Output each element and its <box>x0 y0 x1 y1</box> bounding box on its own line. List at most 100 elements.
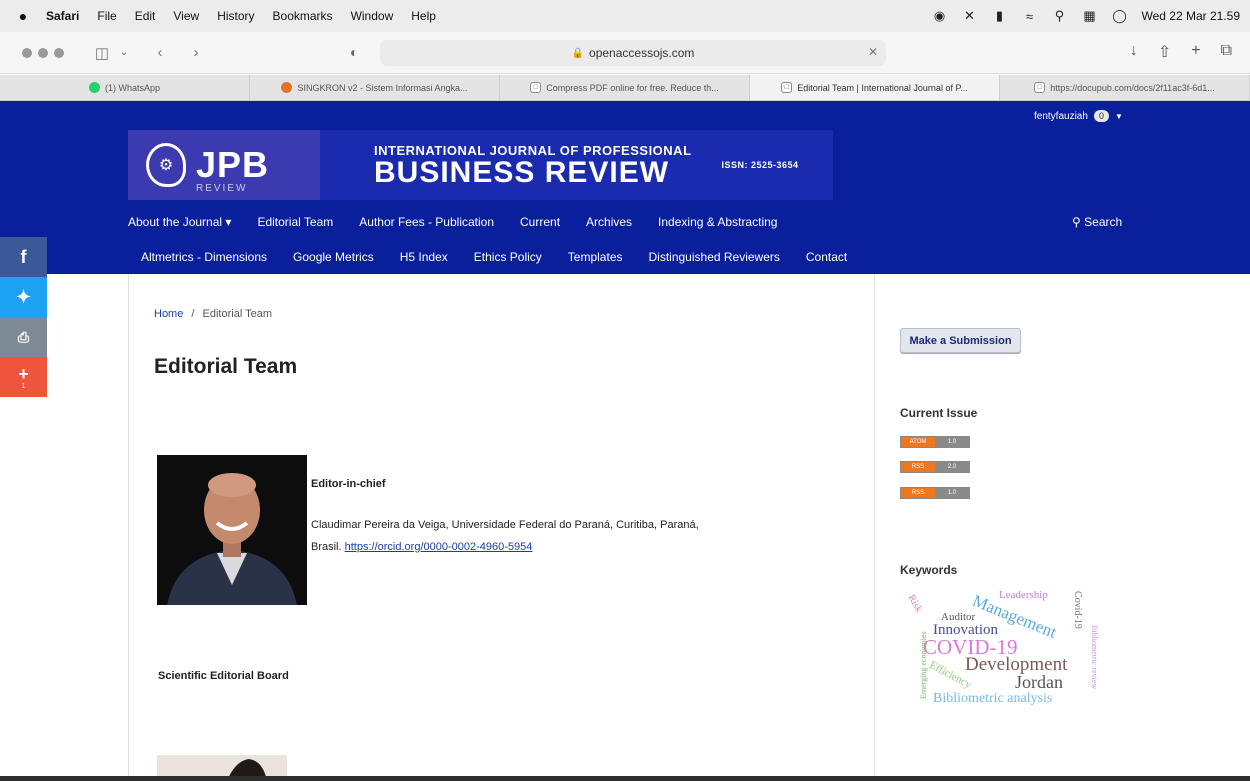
battery-icon[interactable]: ▮ <box>991 8 1007 24</box>
singkron-icon <box>281 82 293 93</box>
dock-edge <box>0 776 1250 781</box>
tab-label: https://docupub.com/docs/2f11ac3f-6d1... <box>1050 82 1215 93</box>
keyword[interactable]: Covid-19 <box>1072 591 1083 629</box>
logo-subtext: REVIEW <box>196 183 248 194</box>
journal-title: INTERNATIONAL JOURNAL OF PROFESSIONAL BU… <box>374 143 692 188</box>
site-header: fentyfauziah 0 ▼ ⚙ JPB REVIEW INTERNATIO… <box>0 101 1250 274</box>
menu-window[interactable]: Window <box>351 9 394 23</box>
nav-distinguished-reviewers[interactable]: Distinguished Reviewers <box>649 250 780 264</box>
screen-record-icon[interactable]: ◉ <box>931 8 947 24</box>
content-sidebar-divider <box>874 274 875 781</box>
nav-editorial-team[interactable]: Editorial Team <box>257 215 333 229</box>
menu-bookmarks[interactable]: Bookmarks <box>273 9 333 23</box>
notification-count: 0 <box>1093 110 1109 122</box>
rss2-feed-badge[interactable]: RSS 2.0 <box>900 461 970 473</box>
keyword[interactable]: Bibliometric review <box>1090 625 1099 689</box>
editor-orcid-line: Brasil. https://orcid.org/0000-0002-4960… <box>311 536 731 558</box>
brain-head-icon: ⚙ <box>146 143 186 187</box>
bluetooth-icon[interactable]: ✕ <box>961 8 977 24</box>
user-menu[interactable]: fentyfauziah 0 ▼ <box>1034 110 1123 122</box>
sidebar-toggle-icon[interactable]: ◫ <box>92 44 112 62</box>
tab-docupub[interactable]: □ https://docupub.com/docs/2f11ac3f-6d1.… <box>1000 75 1250 100</box>
nav-about-journal[interactable]: About the Journal ▾ <box>128 215 231 229</box>
tab-singkron[interactable]: SINGKRON v2 - Sistem Informasi Angka... <box>250 75 500 100</box>
lock-icon: 🔒 <box>571 47 585 59</box>
search-label: Search <box>1084 215 1123 229</box>
tab-label: Compress PDF online for free. Reduce th.… <box>546 82 719 93</box>
rss1-feed-badge[interactable]: RSS 1.0 <box>900 487 970 499</box>
breadcrumb: Home / Editorial Team <box>154 308 272 320</box>
keyword[interactable]: Bibliometric analysis <box>933 691 1052 707</box>
close-window-icon[interactable] <box>22 47 32 58</box>
chevron-down-icon: ▼ <box>1114 111 1123 121</box>
keyword[interactable]: Leadership <box>999 589 1048 601</box>
print-share-button[interactable]: ⎙ <box>0 317 47 357</box>
window-controls <box>22 47 64 58</box>
more-share-button[interactable]: + 1 <box>0 357 47 397</box>
nav-templates[interactable]: Templates <box>568 250 623 264</box>
editor-country: Brasil. <box>311 541 342 553</box>
forward-icon[interactable]: › <box>186 44 206 61</box>
menu-file[interactable]: File <box>97 9 116 23</box>
feed-version: 2.0 <box>935 462 969 472</box>
tab-overview-icon[interactable]: ⧉ <box>1221 42 1232 62</box>
tab-whatsapp[interactable]: (1) WhatsApp <box>0 75 250 100</box>
safari-toolbar: ◫ ⌄ ‹ › ◐ 🔒 openaccessojs.com ✕ ↓ ⇧ + ⧉ <box>0 32 1250 74</box>
menu-app-name[interactable]: Safari <box>46 9 79 23</box>
back-icon[interactable]: ‹ <box>150 44 170 61</box>
new-tab-icon[interactable]: + <box>1191 42 1200 62</box>
apple-menu-icon[interactable]: ● <box>14 8 32 24</box>
print-icon: ⎙ <box>17 328 30 345</box>
tab-label: Editorial Team | International Journal o… <box>797 82 968 93</box>
journal-banner[interactable]: ⚙ JPB REVIEW INTERNATIONAL JOURNAL OF PR… <box>128 130 833 200</box>
atom-feed-badge[interactable]: ATOM 1.0 <box>900 436 970 448</box>
address-bar[interactable]: 🔒 openaccessojs.com ✕ <box>380 40 886 66</box>
zoom-window-icon[interactable] <box>54 47 64 58</box>
make-submission-button[interactable]: Make a Submission <box>900 328 1021 353</box>
nav-current[interactable]: Current <box>520 215 560 229</box>
menu-history[interactable]: History <box>217 9 254 23</box>
privacy-shield-icon[interactable]: ◐ <box>350 44 358 60</box>
menu-clock[interactable]: Wed 22 Mar 21.59 <box>1141 9 1240 23</box>
twitter-icon: ✦ <box>15 286 32 307</box>
journal-title-line2: BUSINESS REVIEW <box>374 155 670 189</box>
minimize-window-icon[interactable] <box>38 47 48 58</box>
nav-archives[interactable]: Archives <box>586 215 632 229</box>
plus-icon: + <box>18 364 29 384</box>
page-icon: □ <box>1034 82 1046 93</box>
search-link[interactable]: ⚲ Search <box>1072 215 1122 229</box>
nav-author-fees[interactable]: Author Fees - Publication <box>359 215 494 229</box>
menu-edit[interactable]: Edit <box>135 9 156 23</box>
tab-compress-pdf[interactable]: □ Compress PDF online for free. Reduce t… <box>500 75 750 100</box>
nav-contact[interactable]: Contact <box>806 250 847 264</box>
menu-help[interactable]: Help <box>411 9 436 23</box>
wifi-icon[interactable]: ≈ <box>1021 8 1037 24</box>
editor-orcid-link[interactable]: https://orcid.org/0000-0002-4960-5954 <box>345 541 533 553</box>
keyword[interactable]: Risk <box>905 593 924 614</box>
nav-h5-index[interactable]: H5 Index <box>400 250 448 264</box>
downloads-icon[interactable]: ↓ <box>1130 42 1138 62</box>
scientific-board-heading: Scientific Editorial Board <box>158 670 289 682</box>
clear-address-icon[interactable]: ✕ <box>868 45 878 59</box>
facebook-icon: f <box>20 246 27 267</box>
nav-google-metrics[interactable]: Google Metrics <box>293 250 374 264</box>
nav-ethics-policy[interactable]: Ethics Policy <box>474 250 542 264</box>
nav-indexing[interactable]: Indexing & Abstracting <box>658 215 777 229</box>
nav-altmetrics[interactable]: Altmetrics - Dimensions <box>141 250 267 264</box>
breadcrumb-home[interactable]: Home <box>154 308 183 320</box>
menu-view[interactable]: View <box>173 9 199 23</box>
username: fentyfauziah <box>1034 110 1088 122</box>
share-icon[interactable]: ⇧ <box>1158 42 1171 62</box>
keyword[interactable]: Emerging economies <box>919 631 928 699</box>
twitter-share-button[interactable]: ✦ <box>0 277 47 317</box>
siri-icon[interactable]: ◯ <box>1111 8 1127 24</box>
control-center-icon[interactable]: ▦ <box>1081 8 1097 24</box>
editor-role: Editor-in-chief <box>311 478 386 490</box>
tab-editorial-team[interactable]: □ Editorial Team | International Journal… <box>750 75 1000 100</box>
spotlight-icon[interactable]: ⚲ <box>1051 8 1067 24</box>
keywords-title: Keywords <box>900 563 958 577</box>
keyword[interactable]: Jordan <box>1015 672 1063 693</box>
sidebar-dropdown-icon[interactable]: ⌄ <box>114 47 134 58</box>
primary-nav: About the Journal ▾ Editorial Team Autho… <box>128 215 777 229</box>
facebook-share-button[interactable]: f <box>0 237 47 277</box>
